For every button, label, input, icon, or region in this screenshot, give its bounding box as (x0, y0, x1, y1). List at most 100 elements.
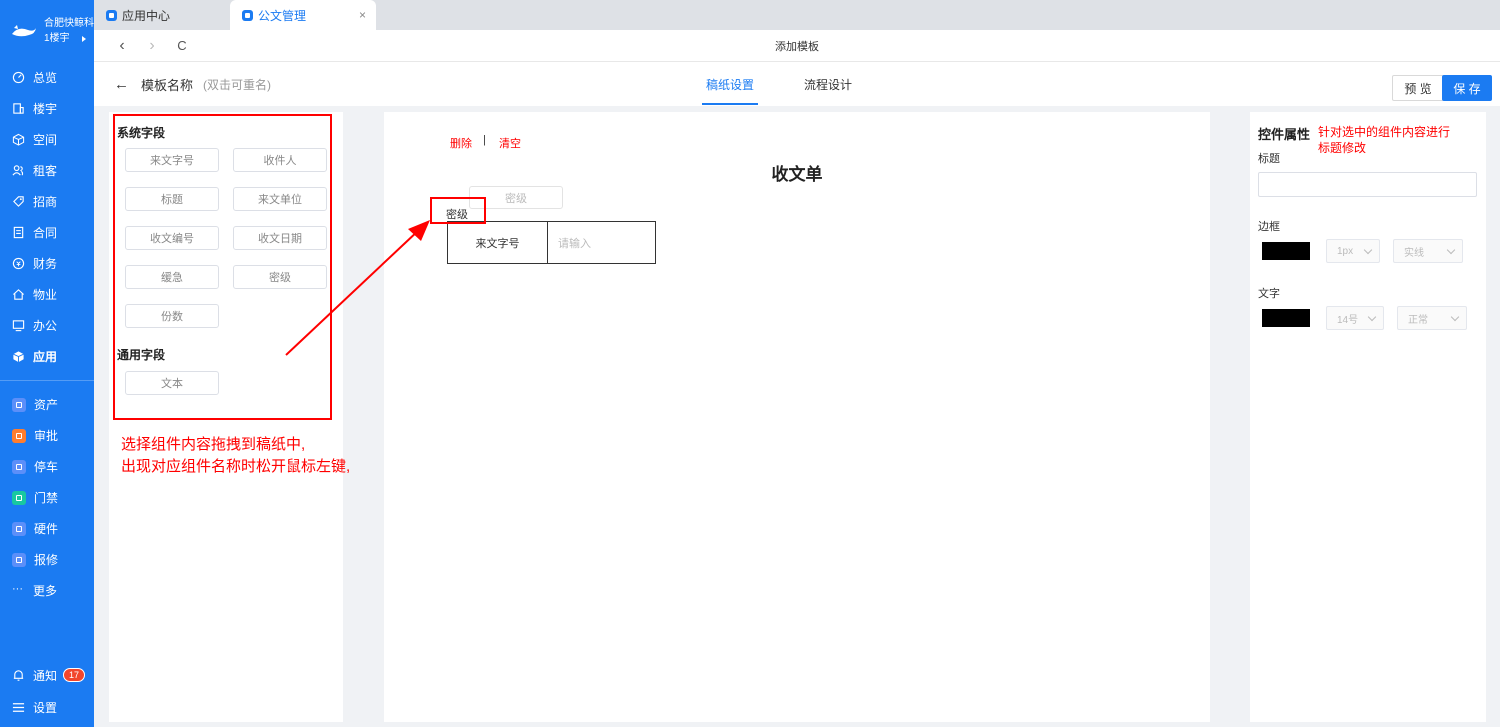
app-item-label: 硬件 (34, 522, 59, 536)
property-panel-title: 控件属性 (1258, 127, 1311, 142)
whale-logo-icon (12, 25, 36, 37)
nav-item-label: 总览 (33, 71, 58, 85)
building-icon (13, 103, 24, 114)
chevron-down-icon (1363, 245, 1373, 255)
app-icon (12, 490, 26, 505)
tab-flow-design[interactable]: 流程设计 (804, 62, 852, 106)
users-icon (12, 165, 24, 176)
preview-button[interactable]: 预 览 (1392, 75, 1444, 101)
nav-more[interactable]: ··· 更多 (0, 575, 94, 606)
app-item[interactable]: 停车 (0, 451, 94, 482)
tab-bar: 应用中心 公文管理 × (94, 0, 1500, 30)
back-arrow-icon[interactable]: ← (114, 76, 129, 93)
paper-canvas: 删除 | 清空 收文单 密级 密级 来文字号 请输入 (384, 112, 1210, 722)
form-row[interactable]: 来文字号 请输入 (447, 221, 656, 264)
nav-item[interactable]: 总览 (0, 62, 94, 93)
tab-app-center[interactable]: 应用中心 (94, 0, 230, 30)
nav-item[interactable]: 楼宇 (0, 93, 94, 124)
building-name: 1楼宇 (44, 33, 70, 44)
property-panel: 控件属性 针对选中的组件内容进行 标题修改 标题 边框 1px 实线 文字 14… (1250, 112, 1486, 722)
drag-annotation-line: 选择组件内容拖拽到稿纸中, (121, 436, 306, 453)
nav-item[interactable]: 租客 (0, 155, 94, 186)
nav-item[interactable]: 物业 (0, 279, 94, 310)
form-title[interactable]: 收文单 (384, 160, 1210, 185)
title-input[interactable] (1258, 172, 1477, 197)
app-icon (12, 397, 26, 412)
app-item-label: 报修 (34, 553, 59, 567)
nav-item-label: 招商 (33, 195, 58, 209)
font-size-value: 14号 (1337, 314, 1359, 326)
bell-icon (13, 669, 24, 681)
nav-item-label: 合同 (33, 226, 58, 240)
app-item[interactable]: 报修 (0, 544, 94, 575)
nav-item[interactable]: 合同 (0, 217, 94, 248)
font-weight-value: 正常 (1408, 314, 1428, 326)
border-width-value: 1px (1337, 245, 1354, 257)
coin-icon (12, 257, 25, 270)
app-icon (12, 552, 26, 567)
app-item-label: 审批 (34, 429, 59, 443)
browser-toolbar: 添加模板 ‹ › C (94, 30, 1500, 62)
border-color-swatch[interactable] (1262, 242, 1310, 260)
nav-item-label: 空间 (33, 133, 58, 147)
app-item[interactable]: 硬件 (0, 513, 94, 544)
tab-paper-settings[interactable]: 稿纸设置 (701, 62, 759, 106)
border-width-select[interactable]: 1px (1326, 239, 1380, 263)
drag-annotation: 选择组件内容拖拽到稿纸中, 出现对应组件名称时松开鼠标左键, (121, 434, 350, 478)
save-button[interactable]: 保 存 (1442, 75, 1492, 101)
nav-notify[interactable]: 通知 17 (0, 659, 94, 691)
main-nav: 总览楼宇空间租客招商合同财务 物业办公应用 (0, 62, 94, 372)
nav-item-label: 应用 (33, 350, 58, 364)
app-icon (12, 459, 26, 474)
app-icon (12, 428, 26, 443)
font-weight-select[interactable]: 正常 (1397, 306, 1467, 330)
app-item-label: 停车 (34, 460, 59, 474)
chevron-down-icon (1367, 312, 1377, 322)
tag-icon (13, 196, 24, 207)
nav-item[interactable]: 应用 (0, 341, 94, 372)
border-style-value: 实线 (1404, 247, 1424, 259)
app-tab-icon (106, 9, 117, 21)
property-annotation-line: 针对选中的组件内容进行 (1318, 125, 1451, 139)
text-label: 文字 (1258, 288, 1280, 300)
form-row-input[interactable]: 请输入 (548, 222, 655, 263)
app-item[interactable]: 审批 (0, 420, 94, 451)
brand-switcher[interactable]: 合肥快鲸科 1楼宇 (0, 0, 94, 62)
editor-tabs: 稿纸设置 流程设计 (701, 62, 902, 106)
nav-settings[interactable]: 设置 (0, 691, 94, 723)
back-icon[interactable]: ‹ (107, 37, 137, 55)
app-tab-icon (242, 9, 253, 21)
monitor-icon (12, 320, 25, 332)
nav-divider (0, 380, 94, 381)
template-name[interactable]: 模板名称 (141, 75, 193, 94)
clear-link[interactable]: 清空 (499, 135, 521, 151)
tab-document-management[interactable]: 公文管理 × (230, 0, 376, 30)
text-color-swatch[interactable] (1262, 309, 1310, 327)
font-size-select[interactable]: 14号 (1326, 306, 1384, 330)
chevron-down-icon (1450, 312, 1460, 322)
app-icon (12, 521, 26, 536)
tab-close-icon[interactable]: × (359, 8, 366, 22)
delete-link[interactable]: 删除 (450, 135, 472, 151)
nav-item[interactable]: 财务 (0, 248, 94, 279)
page-title: 添加模板 (775, 40, 819, 53)
nav-more-label: 更多 (33, 584, 58, 598)
app-item[interactable]: 资产 (0, 389, 94, 420)
nav-item-label: 办公 (33, 319, 58, 333)
rename-hint: (双击可重名) (203, 77, 272, 92)
nav-item[interactable]: 空间 (0, 124, 94, 155)
nav-item[interactable]: 办公 (0, 310, 94, 341)
form-row-label[interactable]: 来文字号 (448, 222, 548, 263)
forward-icon[interactable]: › (137, 37, 167, 55)
border-style-select[interactable]: 实线 (1393, 239, 1463, 263)
reload-icon[interactable]: C (167, 38, 197, 53)
drag-arrow-icon (285, 220, 430, 356)
menu-icon (12, 702, 25, 712)
nav-notify-label: 通知 (33, 668, 58, 683)
app-item[interactable]: 门禁 (0, 482, 94, 513)
nav-item[interactable]: 招商 (0, 186, 94, 217)
home-icon (13, 289, 24, 300)
dashboard-icon (12, 71, 25, 84)
title-label: 标题 (1258, 153, 1280, 165)
sidebar: 合肥快鲸科 1楼宇 总览楼宇空间租客招商合同财务 物业办公应用 资产审批停车门禁硬… (0, 0, 94, 727)
